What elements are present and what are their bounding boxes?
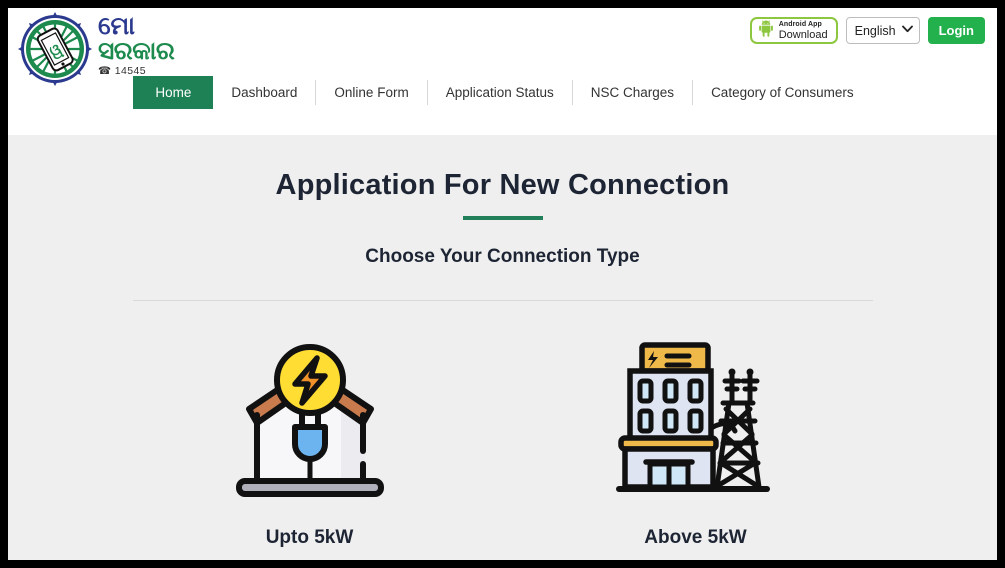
language-select[interactable]: English bbox=[845, 17, 920, 44]
section-divider bbox=[132, 300, 873, 301]
page-root: ୱ ମୋ ସରକାର ☎ 14545 Android App Download … bbox=[8, 8, 997, 560]
nav-item-nsc-charges[interactable]: NSC Charges bbox=[573, 76, 692, 109]
mo-sarkar-chakra-mobile-logo-icon: ୱ bbox=[18, 12, 92, 86]
site-header: ୱ ମୋ ସରକାର ☎ 14545 Android App Download … bbox=[8, 8, 997, 135]
android-button-title: Android App bbox=[778, 20, 822, 28]
section-subtitle: Choose Your Connection Type bbox=[365, 246, 640, 267]
android-button-subtitle: Download bbox=[778, 28, 828, 41]
android-app-download-button[interactable]: Android App Download bbox=[749, 17, 838, 44]
nav-item-category-of-consumers[interactable]: Category of Consumers bbox=[693, 76, 872, 109]
header-controls: Android App Download English Login bbox=[749, 17, 985, 44]
nav-item-application-status[interactable]: Application Status bbox=[428, 76, 572, 109]
connection-type-option-upto-5kw[interactable]: Upto 5kW bbox=[210, 325, 410, 549]
chevron-down-icon bbox=[901, 25, 913, 36]
connection-type-label-above-5kw: Above 5kW bbox=[644, 527, 747, 548]
brand-logo[interactable]: ୱ ମୋ ସରକାର ☎ 14545 bbox=[18, 12, 175, 86]
main-navigation: Home Dashboard Online Form Application S… bbox=[8, 76, 997, 109]
industrial-building-with-power-pylon-icon bbox=[596, 325, 796, 515]
nav-item-online-form[interactable]: Online Form bbox=[316, 76, 426, 109]
main-content: Application For New Connection Choose Yo… bbox=[8, 135, 997, 549]
page-title: Application For New Connection bbox=[275, 169, 730, 201]
language-select-value: English bbox=[854, 23, 896, 38]
connection-type-option-above-5kw[interactable]: Above 5kW bbox=[596, 325, 796, 549]
connection-type-choices: Upto 5kW Above 5kW bbox=[8, 325, 997, 549]
nav-item-home[interactable]: Home bbox=[133, 76, 214, 109]
login-button[interactable]: Login bbox=[927, 17, 985, 44]
brand-line-2: ସରକାର bbox=[98, 37, 175, 65]
house-with-electric-plug-icon bbox=[210, 325, 410, 515]
android-robot-icon bbox=[758, 19, 774, 42]
brand-line-1: ମୋ bbox=[98, 12, 135, 40]
nav-item-dashboard[interactable]: Dashboard bbox=[213, 76, 315, 109]
connection-type-label-upto-5kw: Upto 5kW bbox=[265, 527, 354, 548]
title-underline bbox=[462, 216, 543, 220]
